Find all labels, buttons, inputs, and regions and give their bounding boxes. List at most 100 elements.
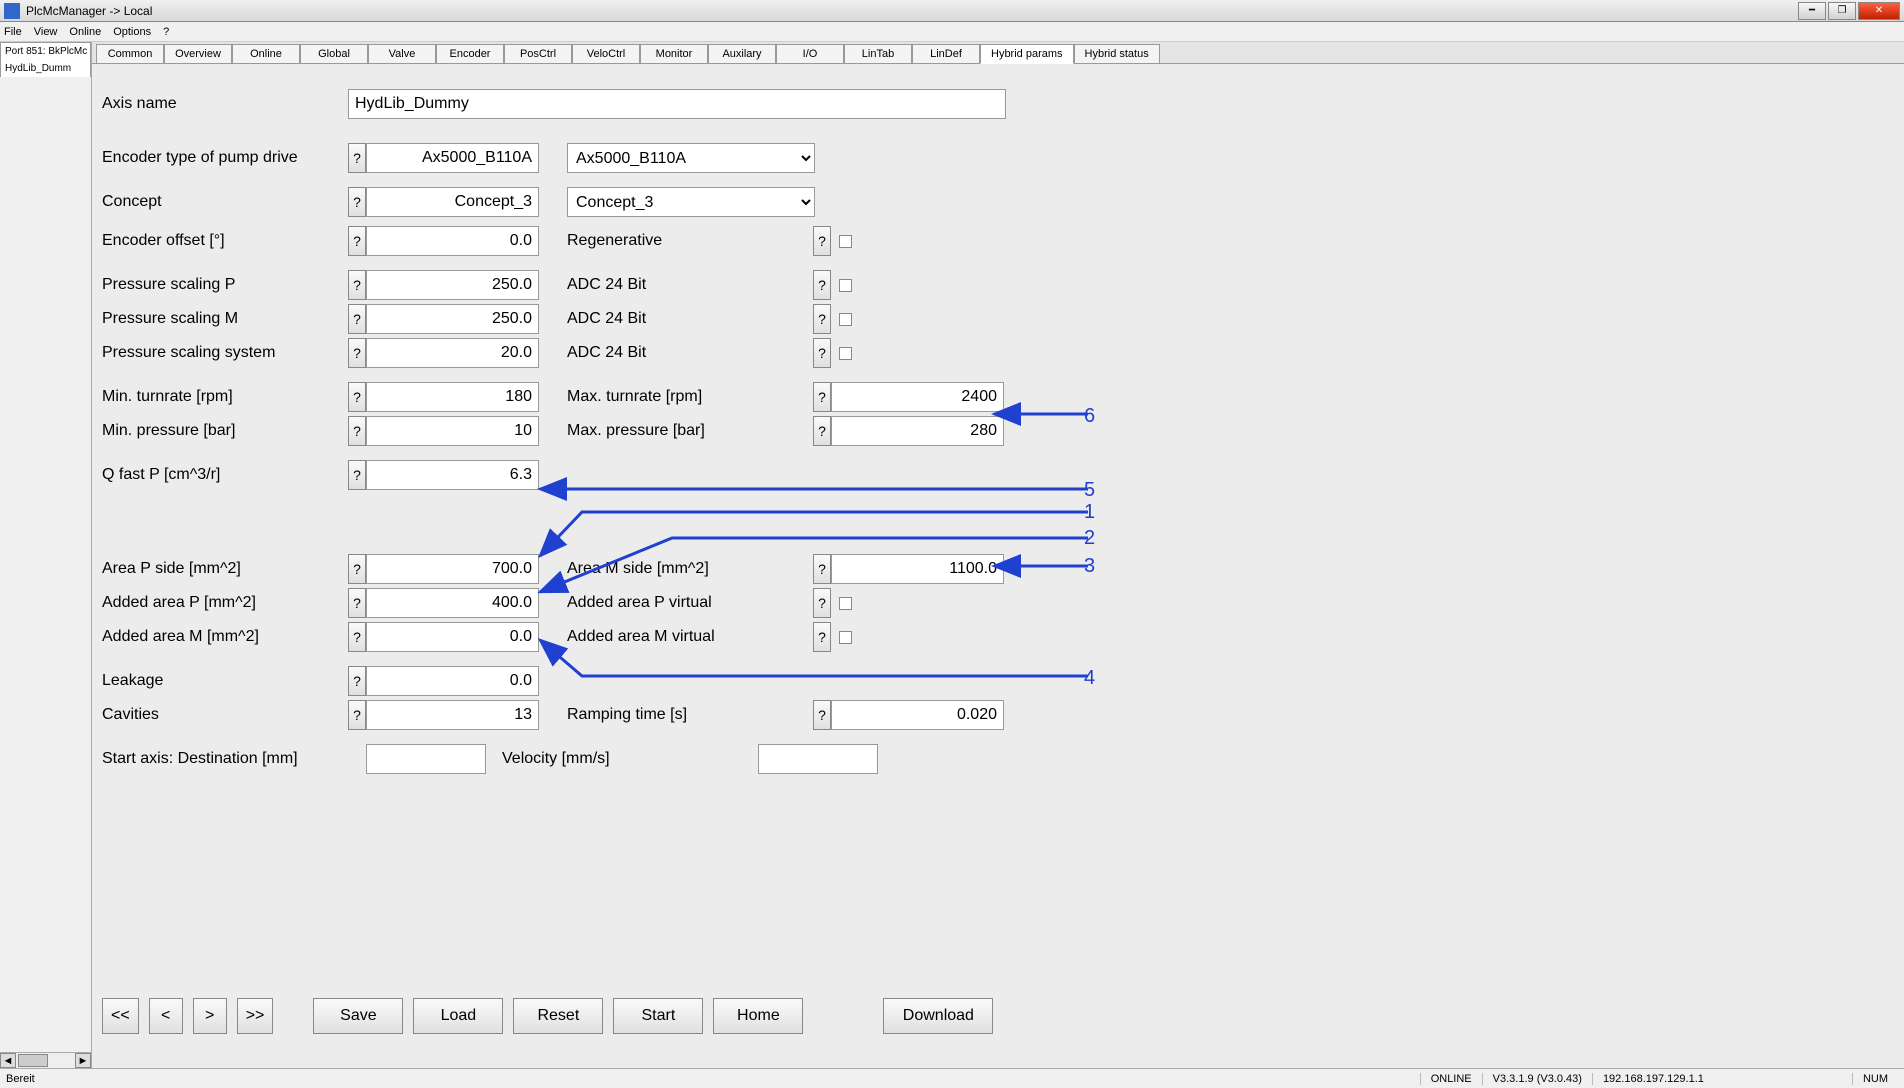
- tab-common[interactable]: Common: [96, 44, 164, 63]
- help-min-turnrate[interactable]: ?: [348, 382, 366, 412]
- help-adc24-3[interactable]: ?: [813, 338, 831, 368]
- input-encoder-offset[interactable]: [366, 226, 539, 256]
- help-pressure-scaling-p[interactable]: ?: [348, 270, 366, 300]
- button-home[interactable]: Home: [713, 998, 803, 1034]
- input-area-p-side[interactable]: [366, 554, 539, 584]
- label-encoder-offset: Encoder offset [°]: [102, 232, 348, 250]
- help-q-fast-p[interactable]: ?: [348, 460, 366, 490]
- input-max-pressure[interactable]: [831, 416, 1004, 446]
- input-max-turnrate[interactable]: [831, 382, 1004, 412]
- minimize-button[interactable]: ━: [1798, 2, 1826, 20]
- help-ramping-time[interactable]: ?: [813, 700, 831, 730]
- help-encoder-offset[interactable]: ?: [348, 226, 366, 256]
- button-load[interactable]: Load: [413, 998, 503, 1034]
- checkbox-regenerative[interactable]: [839, 235, 852, 248]
- menu-online[interactable]: Online: [69, 26, 101, 38]
- help-area-m-side[interactable]: ?: [813, 554, 831, 584]
- help-added-area-m-virtual[interactable]: ?: [813, 622, 831, 652]
- menu-options[interactable]: Options: [113, 26, 151, 38]
- button-last[interactable]: >>: [237, 998, 274, 1034]
- main-area: Common Overview Online Global Valve Enco…: [92, 42, 1904, 1068]
- help-pressure-scaling-system[interactable]: ?: [348, 338, 366, 368]
- close-button[interactable]: ✕: [1858, 2, 1900, 20]
- help-regenerative[interactable]: ?: [813, 226, 831, 256]
- button-save[interactable]: Save: [313, 998, 403, 1034]
- input-ramping-time[interactable]: [831, 700, 1004, 730]
- input-cavities[interactable]: [366, 700, 539, 730]
- input-concept[interactable]: [366, 187, 539, 217]
- input-pressure-scaling-p[interactable]: [366, 270, 539, 300]
- input-pressure-scaling-system[interactable]: [366, 338, 539, 368]
- input-min-pressure[interactable]: [366, 416, 539, 446]
- checkbox-added-area-m-virtual[interactable]: [839, 631, 852, 644]
- help-added-area-p-virtual[interactable]: ?: [813, 588, 831, 618]
- help-added-area-p[interactable]: ?: [348, 588, 366, 618]
- tab-encoder[interactable]: Encoder: [436, 44, 504, 63]
- input-area-m-side[interactable]: [831, 554, 1004, 584]
- help-cavities[interactable]: ?: [348, 700, 366, 730]
- input-leakage[interactable]: [366, 666, 539, 696]
- select-encoder-type[interactable]: Ax5000_B110A: [567, 143, 815, 173]
- input-added-area-m[interactable]: [366, 622, 539, 652]
- help-min-pressure[interactable]: ?: [348, 416, 366, 446]
- tab-lintab[interactable]: LinTab: [844, 44, 912, 63]
- button-next[interactable]: >: [193, 998, 227, 1034]
- sidebar-item-port[interactable]: Port 851: BkPlcMc: [0, 42, 91, 60]
- tab-hybrid-params[interactable]: Hybrid params: [980, 44, 1074, 64]
- menu-view[interactable]: View: [34, 26, 58, 38]
- label-adc24-2: ADC 24 Bit: [567, 310, 813, 328]
- checkbox-adc24-3[interactable]: [839, 347, 852, 360]
- input-velocity[interactable]: [758, 744, 878, 774]
- label-max-turnrate: Max. turnrate [rpm]: [567, 388, 813, 406]
- button-start[interactable]: Start: [613, 998, 703, 1034]
- help-encoder-type[interactable]: ?: [348, 143, 366, 173]
- menu-help[interactable]: ?: [163, 26, 169, 38]
- tab-monitor[interactable]: Monitor: [640, 44, 708, 63]
- tab-global[interactable]: Global: [300, 44, 368, 63]
- help-added-area-m[interactable]: ?: [348, 622, 366, 652]
- scroll-left-icon[interactable]: ◄: [0, 1053, 16, 1068]
- label-concept: Concept: [102, 193, 348, 211]
- input-axis-name[interactable]: [348, 89, 1006, 119]
- tab-io[interactable]: I/O: [776, 44, 844, 63]
- scroll-right-icon[interactable]: ►: [75, 1053, 91, 1068]
- sidebar-item-axis[interactable]: HydLib_Dumm: [0, 60, 91, 77]
- help-adc24-1[interactable]: ?: [813, 270, 831, 300]
- help-max-turnrate[interactable]: ?: [813, 382, 831, 412]
- tab-online[interactable]: Online: [232, 44, 300, 63]
- input-min-turnrate[interactable]: [366, 382, 539, 412]
- input-added-area-p[interactable]: [366, 588, 539, 618]
- select-concept[interactable]: Concept_3: [567, 187, 815, 217]
- input-q-fast-p[interactable]: [366, 460, 539, 490]
- tab-posctrl[interactable]: PosCtrl: [504, 44, 572, 63]
- help-leakage[interactable]: ?: [348, 666, 366, 696]
- checkbox-added-area-p-virtual[interactable]: [839, 597, 852, 610]
- tab-hybrid-status[interactable]: Hybrid status: [1074, 44, 1160, 63]
- tab-lindef[interactable]: LinDef: [912, 44, 980, 63]
- button-first[interactable]: <<: [102, 998, 139, 1034]
- help-adc24-2[interactable]: ?: [813, 304, 831, 334]
- help-area-p-side[interactable]: ?: [348, 554, 366, 584]
- help-max-pressure[interactable]: ?: [813, 416, 831, 446]
- sidebar-hscroll[interactable]: ◄ ►: [0, 1052, 91, 1068]
- tab-veloctrl[interactable]: VeloCtrl: [572, 44, 640, 63]
- tab-overview[interactable]: Overview: [164, 44, 232, 63]
- label-adc24-3: ADC 24 Bit: [567, 344, 813, 362]
- button-prev[interactable]: <: [149, 998, 183, 1034]
- input-start-axis[interactable]: [366, 744, 486, 774]
- input-pressure-scaling-m[interactable]: [366, 304, 539, 334]
- button-download[interactable]: Download: [883, 998, 993, 1034]
- form-panel: Axis name Encoder type of pump drive ? A…: [92, 64, 1904, 1068]
- input-encoder-type[interactable]: [366, 143, 539, 173]
- tab-auxilary[interactable]: Auxilary: [708, 44, 776, 63]
- help-pressure-scaling-m[interactable]: ?: [348, 304, 366, 334]
- maximize-button[interactable]: ❐: [1828, 2, 1856, 20]
- button-reset[interactable]: Reset: [513, 998, 603, 1034]
- tab-valve[interactable]: Valve: [368, 44, 436, 63]
- checkbox-adc24-2[interactable]: [839, 313, 852, 326]
- help-concept[interactable]: ?: [348, 187, 366, 217]
- label-added-area-m: Added area M [mm^2]: [102, 628, 348, 646]
- window-buttons: ━ ❐ ✕: [1798, 2, 1900, 20]
- menu-file[interactable]: File: [4, 26, 22, 38]
- checkbox-adc24-1[interactable]: [839, 279, 852, 292]
